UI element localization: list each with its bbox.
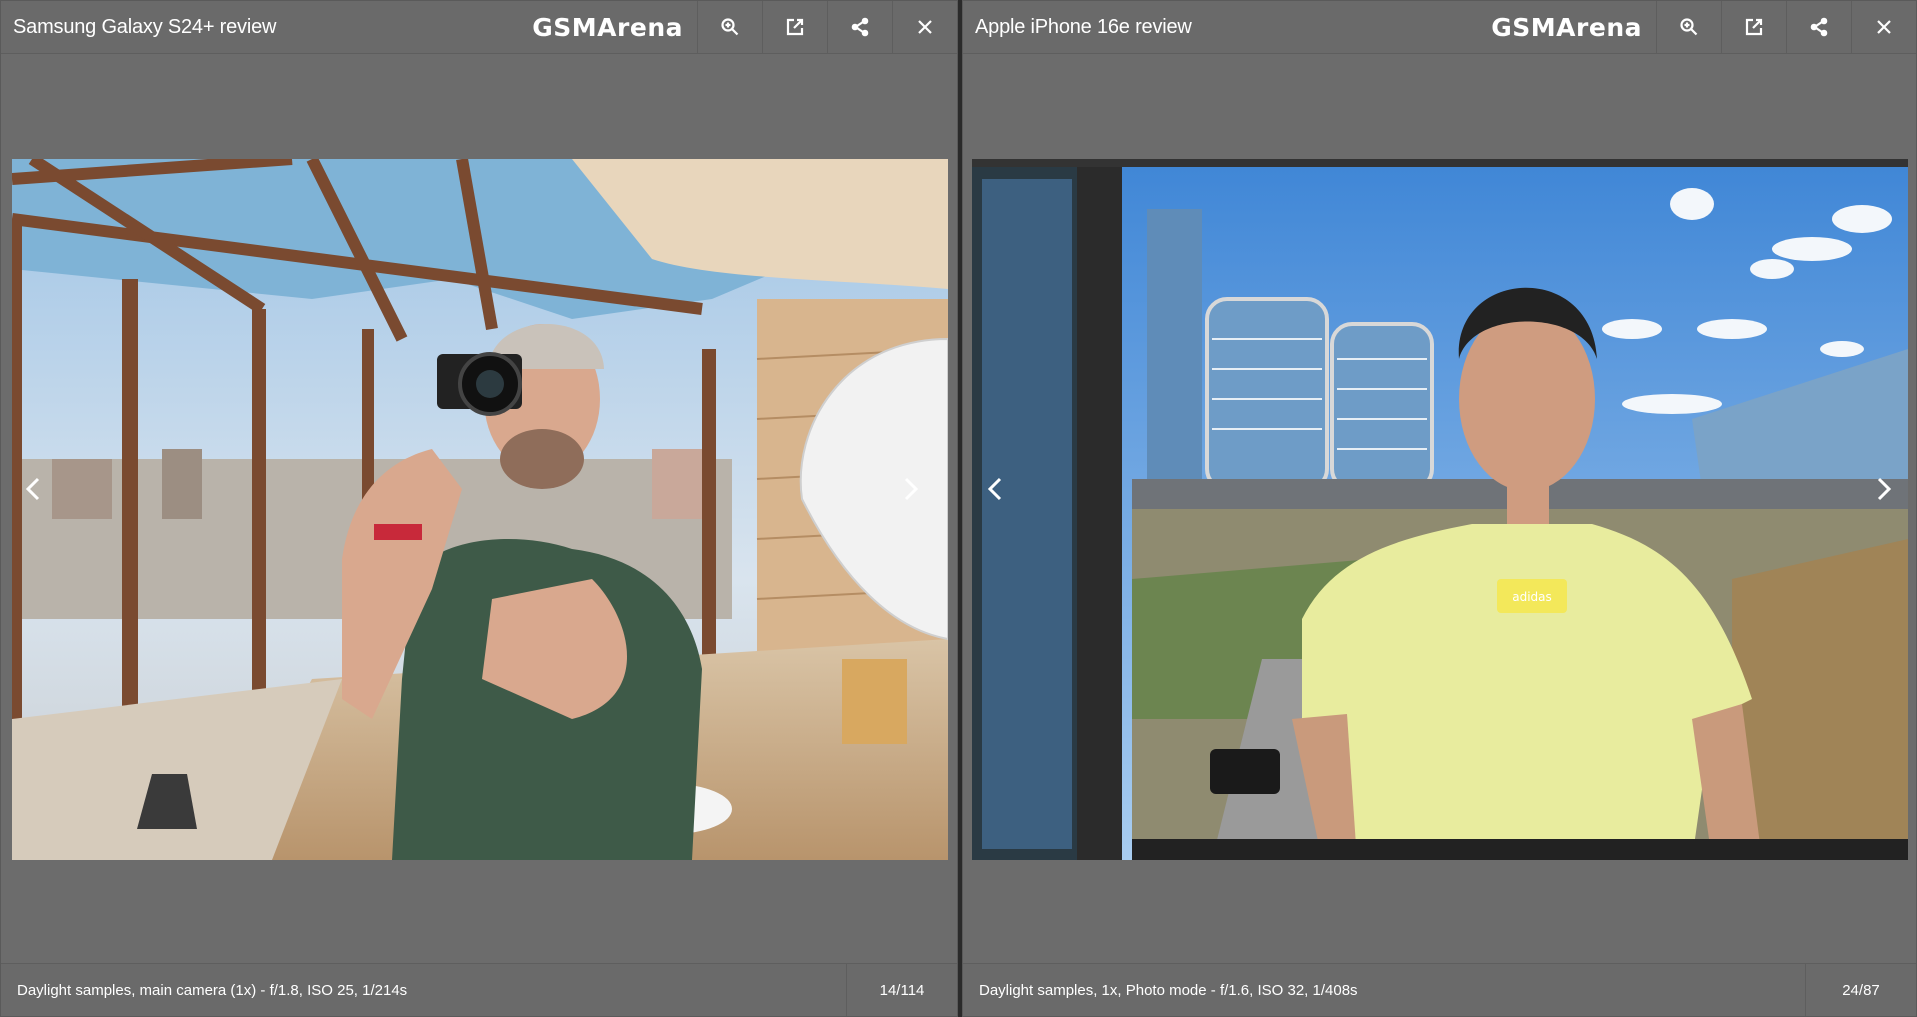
gallery-photo[interactable]: adidas <box>972 159 1908 860</box>
share-button[interactable] <box>1786 1 1851 53</box>
photo-caption: Daylight samples, 1x, Photo mode - f/1.6… <box>979 981 1358 999</box>
photo-counter: 24/87 <box>1805 964 1916 1016</box>
gallery-photo[interactable] <box>12 159 948 860</box>
open-external-icon <box>786 18 804 36</box>
caption-bar: Daylight samples, 1x, Photo mode - f/1.6… <box>963 963 1916 1016</box>
shirt-logo: adidas <box>1512 590 1552 604</box>
caption-bar: Daylight samples, main camera (1x) - f/1… <box>1 963 957 1016</box>
zoom-button[interactable] <box>697 1 762 53</box>
top-bar: Samsung Galaxy S24+ review GSMArena <box>1 1 957 54</box>
next-photo-button[interactable] <box>893 471 929 507</box>
photo-caption: Daylight samples, main camera (1x) - f/1… <box>17 981 408 999</box>
sunroom-photographer-image <box>12 159 948 860</box>
close-button[interactable] <box>892 1 957 53</box>
chevron-left-icon <box>987 477 1002 501</box>
review-title: Apple iPhone 16e review <box>975 15 1192 38</box>
next-photo-button[interactable] <box>1866 471 1902 507</box>
open-external-icon <box>1745 18 1763 36</box>
open-external-button[interactable] <box>1721 1 1786 53</box>
zoom-in-icon <box>1680 18 1698 36</box>
share-icon <box>851 17 869 37</box>
balcony-portrait-image: adidas <box>972 159 1908 860</box>
review-title: Samsung Galaxy S24+ review <box>13 15 277 38</box>
close-icon <box>1877 20 1891 34</box>
open-external-button[interactable] <box>762 1 827 53</box>
top-bar: Apple iPhone 16e review GSMArena <box>963 1 1916 54</box>
gsmarena-logo: GSMArena <box>532 12 683 42</box>
photo-counter: 14/114 <box>846 964 957 1016</box>
previous-photo-button[interactable] <box>977 471 1013 507</box>
chevron-right-icon <box>904 477 919 501</box>
chevron-right-icon <box>1877 477 1892 501</box>
zoom-button[interactable] <box>1656 1 1721 53</box>
gsmarena-logo: GSMArena <box>1491 12 1642 42</box>
close-button[interactable] <box>1851 1 1916 53</box>
share-icon <box>1810 17 1828 37</box>
close-icon <box>918 20 932 34</box>
chevron-left-icon <box>25 477 40 501</box>
right-gallery-pane: Apple iPhone 16e review GSMArena adidas … <box>962 0 1917 1017</box>
previous-photo-button[interactable] <box>15 471 51 507</box>
zoom-in-icon <box>721 18 739 36</box>
share-button[interactable] <box>827 1 892 53</box>
left-gallery-pane: Samsung Galaxy S24+ review GSMArena Dayl… <box>0 0 958 1017</box>
